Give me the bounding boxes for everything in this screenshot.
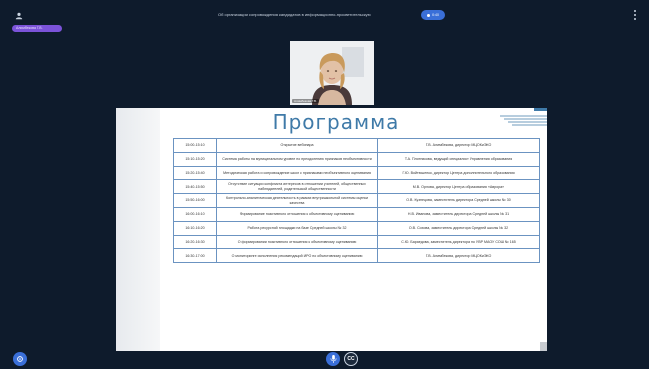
program-time-cell: 16:20-16:30 <box>173 234 217 250</box>
speaker-video-image <box>290 41 374 105</box>
program-topic-cell: Контрольно-аналитическая деятельность в … <box>216 193 378 208</box>
program-topic-cell: Отсутствие ситуации конфликта интересов … <box>216 179 378 195</box>
program-topic-cell: Открытие вебинара <box>216 138 378 153</box>
program-row: 15:40-15:50 Отсутствие ситуации конфликта… <box>173 179 540 195</box>
program-speaker-cell: М.В. Орлова, директор Центра образования… <box>377 179 540 195</box>
program-speaker-cell: Г.Ю. Войтюшенко, директор Центра дополни… <box>377 165 540 181</box>
program-speaker-cell: Н.В. Иванова, заместитель директора Сред… <box>377 206 540 222</box>
microphone-button[interactable] <box>326 352 340 366</box>
program-time-cell: 15:00-15:10 <box>173 138 217 153</box>
program-time-cell: 16:30-17:00 <box>173 248 217 264</box>
slide-title: Программа <box>272 110 400 134</box>
more-vertical-icon[interactable] <box>633 9 637 21</box>
program-speaker-cell: Т.А. Плотникова, ведущий специалист Упра… <box>377 151 540 167</box>
program-row: 16:20-16:30 О формировании позитивного от… <box>173 234 540 250</box>
program-time-cell: 16:10-16:20 <box>173 220 217 236</box>
settings-button[interactable] <box>13 352 27 366</box>
participants-icon[interactable] <box>15 12 23 20</box>
program-row: 15:20-15:40 Методическая работа и сопрово… <box>173 165 540 181</box>
program-time-cell: 15:50-16:00 <box>173 193 217 208</box>
program-time-cell: 16:00-16:10 <box>173 206 217 222</box>
record-timer: 0:40 <box>432 13 439 17</box>
program-topic-cell: Система работы на муниципальном уровне п… <box>216 151 378 167</box>
program-row: 16:10-16:20 Работа ресурсной площадки на … <box>173 220 540 236</box>
program-time-cell: 15:20-15:40 <box>173 165 217 181</box>
program-speaker-cell: О.В. Кузнецова, заместитель директора Ср… <box>377 193 540 208</box>
program-speaker-cell: О.В. Сохова, заместитель директора Средн… <box>377 220 540 236</box>
program-row: 15:50-16:00 Контрольно-аналитическая деят… <box>173 193 540 208</box>
program-row: 15:10-15:20 Система работы на муниципальн… <box>173 151 540 167</box>
gear-icon <box>17 356 23 362</box>
program-topic-cell: Формирование позитивного отношения к объ… <box>216 206 378 222</box>
slide-decor-lines <box>500 108 547 126</box>
program-speaker-cell: Г.В. Алимбекова, директор МЦОКиЭКО <box>377 138 540 153</box>
program-time-cell: 15:40-15:50 <box>173 179 217 195</box>
bottom-bar <box>0 348 649 369</box>
meeting-title: Об организации сопровождения кандидатов … <box>218 12 371 17</box>
program-time-cell: 15:10-15:20 <box>173 151 217 167</box>
microphone-icon <box>330 355 336 363</box>
speaker-name-label: Алимбекова Г.В. <box>292 99 319 103</box>
program-row: 16:30-17:00 О мониторинге исполнения реко… <box>173 248 540 264</box>
record-timer-button[interactable]: 0:40 <box>421 10 445 20</box>
program-table: 15:00-15:10 Открытие вебинара Г.В. Алимбек… <box>173 138 540 264</box>
slide-left-band <box>116 108 160 351</box>
program-speaker-cell: С.Ю. Бараедова, заместитель директора по… <box>377 234 540 250</box>
shared-slide: Программа 15:00-15:10 Открытие вебинара Г.… <box>116 108 547 351</box>
program-topic-cell: Методическая работа и сопровождение школ… <box>216 165 378 181</box>
program-speaker-cell: Г.В. Алимбекова, директор МЦОКиЭКО <box>377 248 540 264</box>
record-dot-icon <box>427 13 431 17</box>
program-topic-cell: О мониторинге исполнения рекомендаций ИР… <box>216 248 378 264</box>
program-row: 15:00-15:10 Открытие вебинара Г.В. Алимбек… <box>173 138 540 153</box>
program-topic-cell: О формировании позитивного отношения к о… <box>216 234 378 250</box>
user-chip[interactable]: Алимбекова Г.В. <box>12 25 62 32</box>
captions-button[interactable]: CC <box>344 352 358 366</box>
captions-label: CC <box>347 356 355 362</box>
program-row: 16:00-16:10 Формирование позитивного отно… <box>173 206 540 222</box>
top-bar: Алимбекова Г.В. Об организации сопровожд… <box>0 0 649 38</box>
program-topic-cell: Работа ресурсной площадки на базе Средне… <box>216 220 378 236</box>
speaker-video-tile[interactable]: Алимбекова Г.В. <box>290 41 374 105</box>
